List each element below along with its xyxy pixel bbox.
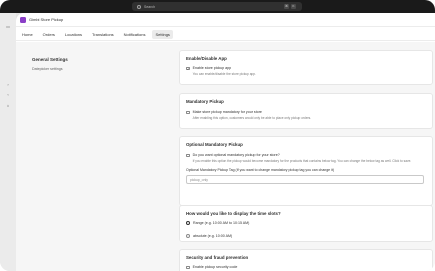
check-icon: ✓ xyxy=(187,66,190,71)
time-slots-card: How would you like to display the time s… xyxy=(179,205,433,242)
card-title: How would you like to display the time s… xyxy=(186,211,281,216)
screen: Search ⌘ K ▭ › ‹ ⌂ Gimbi Store Pickup Ho… xyxy=(0,0,435,271)
checkbox-label: Enable store pickup app xyxy=(192,66,232,70)
tab-home[interactable]: Home xyxy=(19,30,36,39)
radio-label: Range (e.g. 10:00 AM to 10:15 AM) xyxy=(193,221,250,225)
card-title: Security and fraud prevention xyxy=(186,255,249,260)
app-logo-icon xyxy=(20,16,26,23)
card-title: Enable/Disable App xyxy=(186,56,227,61)
search-placeholder: Search xyxy=(144,4,156,9)
checkbox-label: Do you want optional mandatory pickup fo… xyxy=(192,153,280,157)
mandatory-pickup-checkbox[interactable] xyxy=(186,110,190,115)
tab-notifications[interactable]: Notifications xyxy=(121,30,149,39)
optional-mandatory-pickup-card: Optional Mandatory Pickup Do you want op… xyxy=(179,136,433,206)
nav-tabs: Home Orders Locations Translations Notif… xyxy=(16,28,435,41)
browser-topbar: Search ⌘ K xyxy=(0,0,435,13)
radio-label: absolute (e.g. 10:00 AM) xyxy=(193,234,233,238)
search-bar[interactable]: Search ⌘ K xyxy=(132,2,302,11)
pickup-tag-input[interactable]: pickup_only xyxy=(186,175,424,185)
help-text: You can enable/disable the store pickup … xyxy=(192,72,256,77)
help-text: If you enable this option the pickup wou… xyxy=(192,159,412,164)
app-title: Gimbi Store Pickup xyxy=(29,17,64,22)
tab-orders[interactable]: Orders xyxy=(40,30,58,39)
k-key-hint: K xyxy=(291,4,296,9)
tab-translations[interactable]: Translations xyxy=(89,30,117,39)
command-key-hint: ⌘ xyxy=(284,4,289,9)
section-title: General Settings xyxy=(32,57,68,62)
range-radio[interactable] xyxy=(186,221,190,225)
section-description: Datepicker settings xyxy=(32,67,63,71)
enable-app-card: Enable/Disable App ✓ Enable store pickup… xyxy=(179,50,433,85)
help-text: After enabling this option, customers wo… xyxy=(192,116,312,121)
arrow-right-icon[interactable]: › xyxy=(5,83,11,87)
sidebar-toggle-icon[interactable]: ▭ xyxy=(5,25,11,29)
enable-app-checkbox[interactable]: ✓ xyxy=(186,66,190,71)
mandatory-pickup-card: Mandatory Pickup Make store pickup manda… xyxy=(179,93,433,129)
optional-pickup-checkbox[interactable] xyxy=(186,153,190,158)
pickup-tag-label: Optional Mandatory Pickup Tag (If you wa… xyxy=(186,168,334,173)
left-rail: ▭ › ‹ ⌂ xyxy=(0,13,16,271)
card-title: Mandatory Pickup xyxy=(186,99,224,104)
arrow-left-icon[interactable]: ‹ xyxy=(5,93,11,97)
absolute-radio[interactable] xyxy=(186,234,190,238)
app-header: Gimbi Store Pickup xyxy=(16,13,435,27)
checkbox-label: Make store pickup mandatory for your sto… xyxy=(192,110,262,114)
pin-icon[interactable]: ⌂ xyxy=(5,104,11,108)
general-settings-section: General Settings Datepicker settings xyxy=(32,57,68,71)
security-code-checkbox[interactable] xyxy=(186,265,190,270)
card-title: Optional Mandatory Pickup xyxy=(186,142,243,147)
security-card: Security and fraud prevention Enable pic… xyxy=(179,249,433,271)
search-icon xyxy=(137,4,141,9)
tab-locations[interactable]: Locations xyxy=(62,30,85,39)
checkbox-label: Enable pickup security code xyxy=(192,265,238,269)
app-window: Gimbi Store Pickup Home Orders Locations… xyxy=(16,13,435,271)
tab-settings[interactable]: Settings xyxy=(152,29,173,39)
